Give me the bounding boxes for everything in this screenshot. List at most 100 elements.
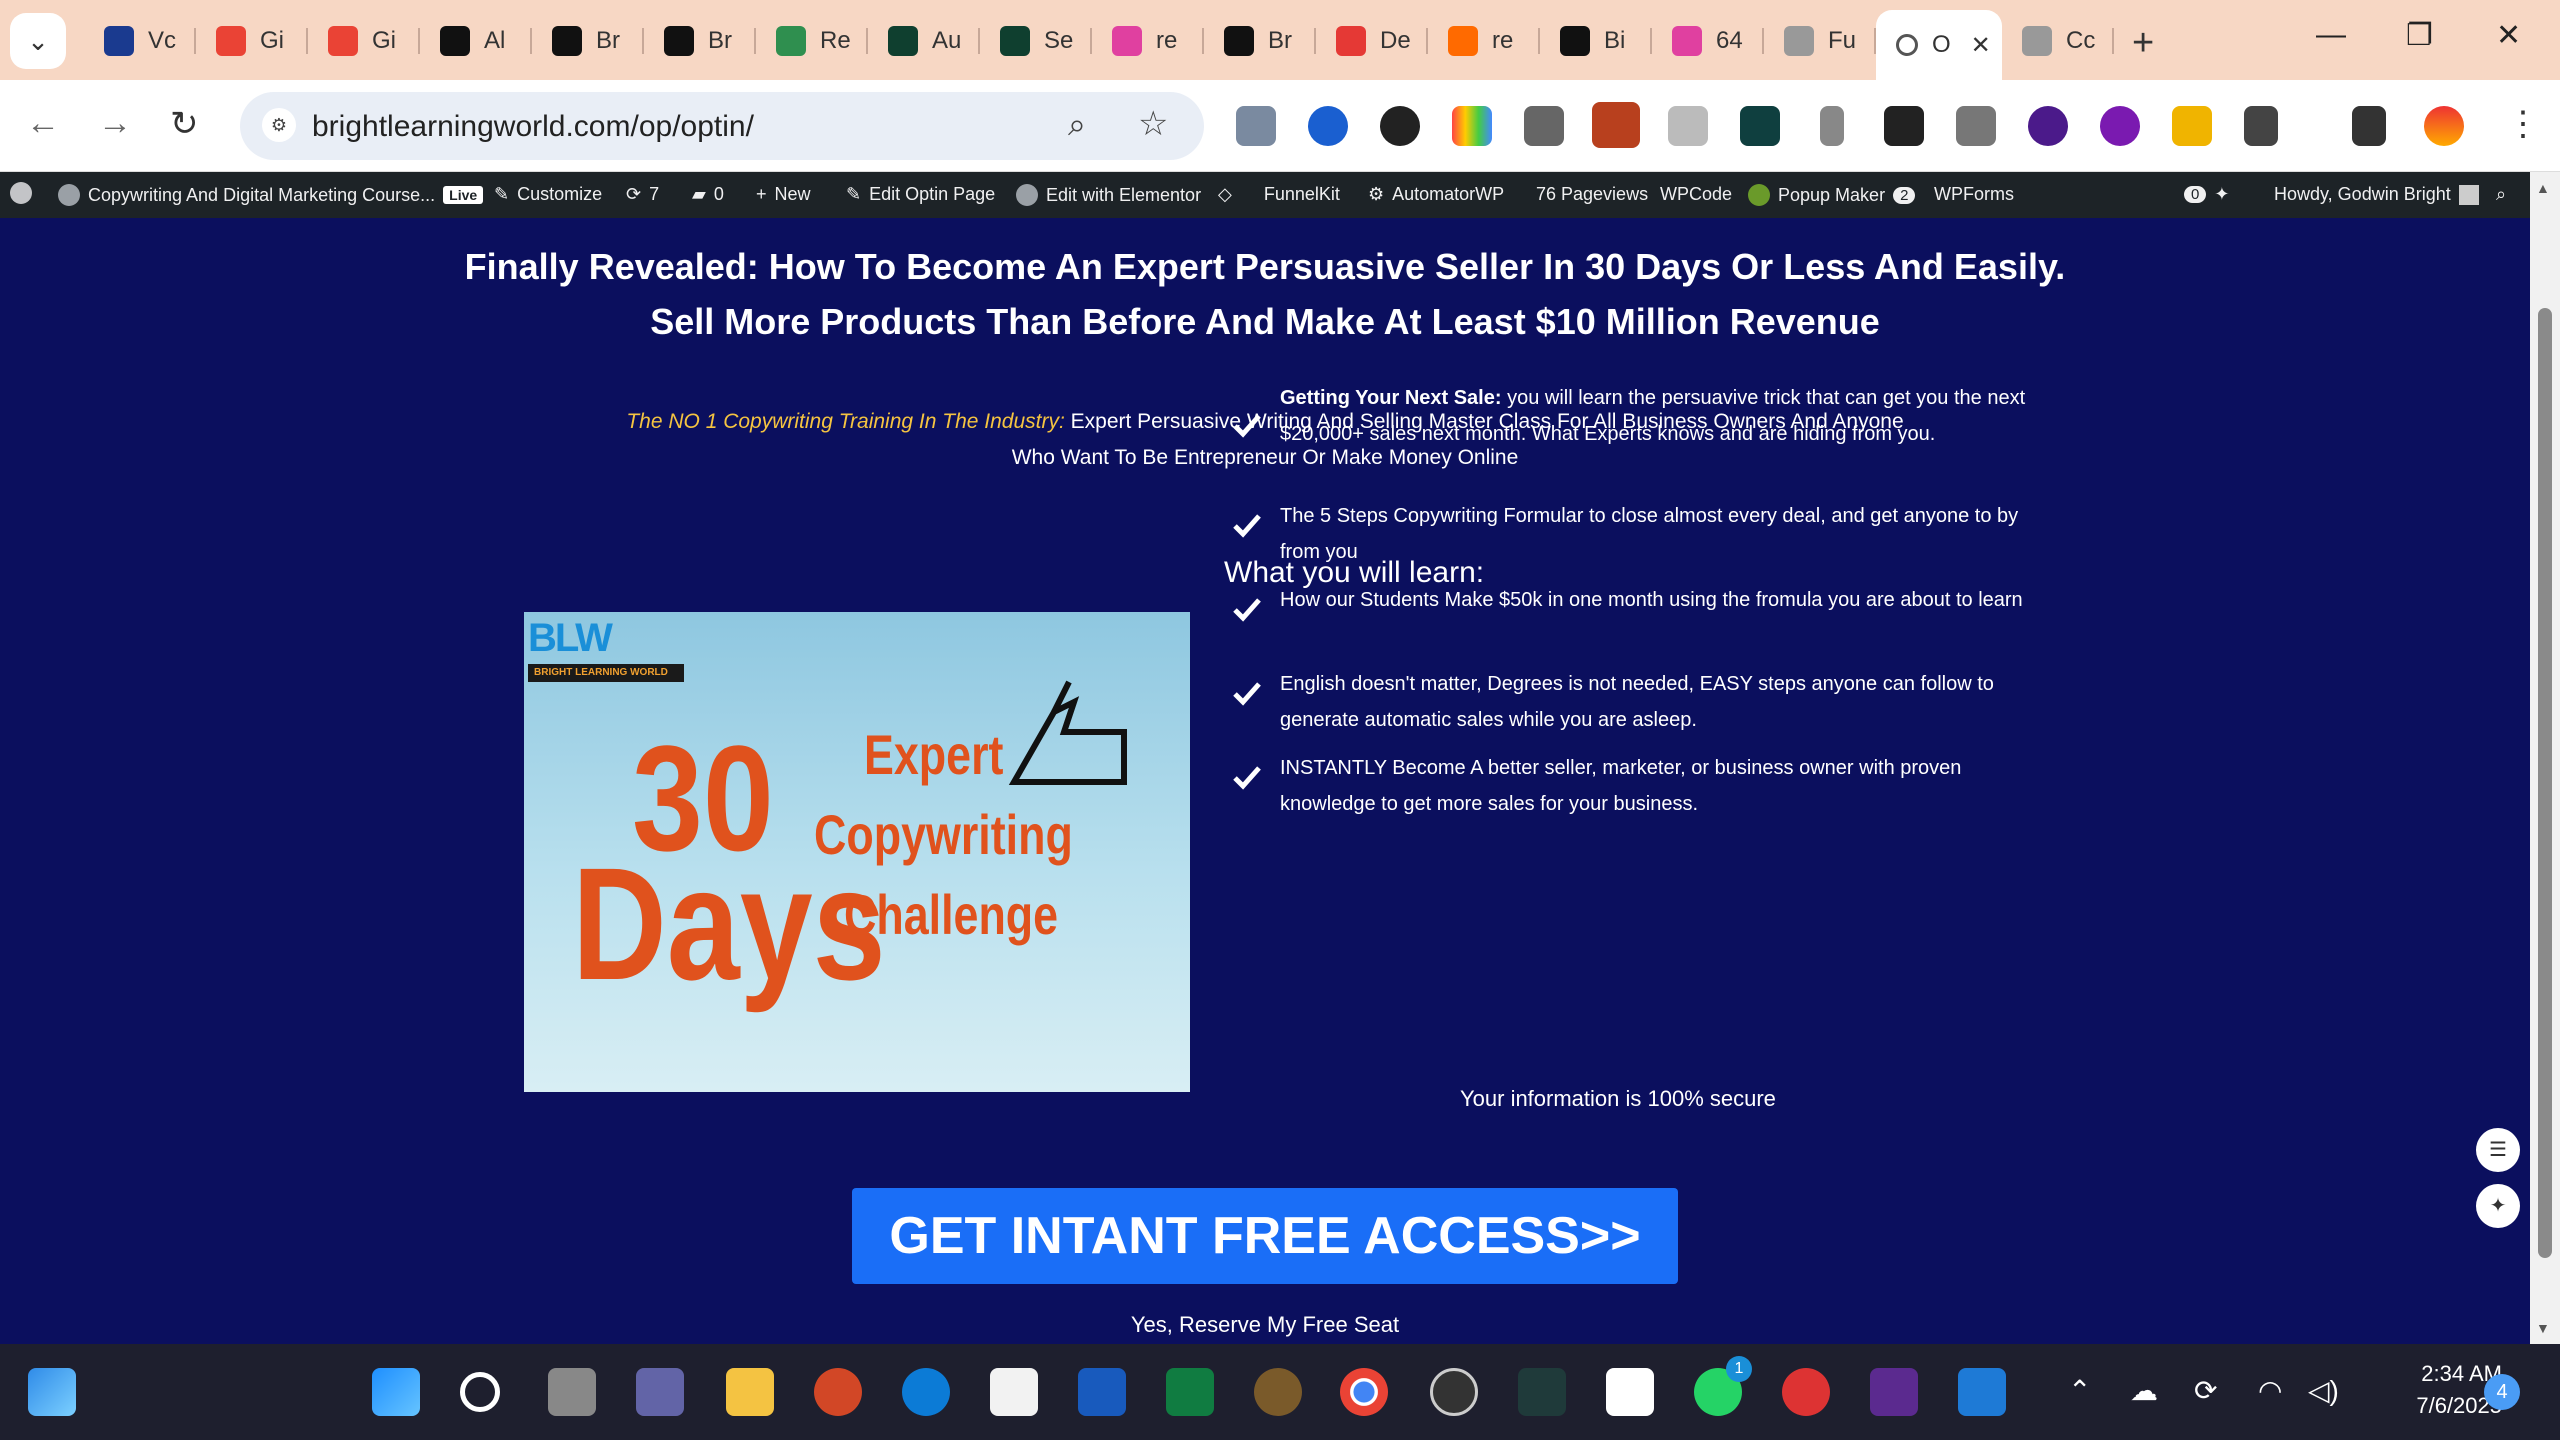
scroll-down-icon[interactable]: ▼ [2536,1320,2550,1336]
browser-tab[interactable]: Re [756,16,868,66]
browser-tab[interactable]: Cc [2002,16,2114,66]
scrollbar-thumb[interactable] [2538,308,2552,1258]
wordpress-logo-icon[interactable] [10,182,32,204]
menu-kebab-icon[interactable]: ⋮ [2506,104,2540,144]
ai-sparkle-icon[interactable]: ✦ [2476,1184,2520,1228]
start-icon[interactable] [372,1368,420,1416]
file-explorer-icon[interactable] [726,1368,774,1416]
edit-optin-link[interactable]: ✎ Edit Optin Page [846,184,995,205]
new-content-link[interactable]: + New [756,184,811,205]
browser-tab[interactable]: Se [980,16,1092,66]
mic-extension-icon[interactable] [1820,106,1844,146]
translate-extension-icon[interactable] [1668,106,1708,146]
browser-tab[interactable]: Au [868,16,980,66]
task-view-icon[interactable] [548,1368,596,1416]
edge-icon[interactable] [902,1368,950,1416]
funnelkit-link[interactable]: ◇ FunnelKit [1218,184,1340,205]
code-extension-icon[interactable] [1236,106,1276,146]
search-icon[interactable] [460,1372,500,1412]
browser-tab[interactable]: De [1316,16,1428,66]
browser-tab[interactable]: re [1092,16,1204,66]
get-access-button[interactable]: GET INTANT FREE ACCESS>> [852,1188,1678,1284]
address-bar[interactable]: ⚙ brightlearningworld.com/op/optin/ ⌕ ☆ [240,92,1204,160]
desc-extension-icon[interactable] [1592,102,1640,148]
bookmark-star-icon[interactable]: ☆ [1138,104,1168,144]
browser-tab[interactable]: Gi [308,16,420,66]
comments-link[interactable]: ▰ 0 [692,184,724,205]
app-icon-3[interactable] [1782,1368,1830,1416]
browser-tab[interactable]: Gi [196,16,308,66]
account-link[interactable]: Howdy, Godwin Bright [2274,184,2479,205]
forward-button[interactable]: → [98,104,132,143]
notification-link[interactable]: 0 ✦ [2184,184,2229,205]
close-window-button[interactable]: ✕ [2496,18,2521,53]
list-widget-icon[interactable]: ☰ [2476,1128,2520,1172]
app-icon-2[interactable] [1518,1368,1566,1416]
widgets-icon[interactable] [28,1368,76,1416]
browser-tab[interactable]: Fu [1764,16,1876,66]
page-scrollbar[interactable]: ▲ ▼ [2530,172,2560,1344]
iq-extension-icon[interactable] [1308,106,1348,146]
profile-avatar-icon[interactable] [2424,106,2464,146]
k-extension-icon[interactable] [1380,106,1420,146]
close-tab-icon[interactable]: ✕ [1971,31,1991,60]
k-yellow-extension-icon[interactable] [2172,106,2212,146]
clock[interactable]: 2:34 AM 7/6/2025 [2362,1358,2502,1422]
browser-tab[interactable]: Br [644,16,756,66]
app-icon-4[interactable] [1870,1368,1918,1416]
new-tab-button[interactable]: + [2132,22,2154,65]
t-extension-icon[interactable] [2028,106,2068,146]
minimize-button[interactable]: — [2316,18,2346,52]
onedrive-icon[interactable]: ☁ [2130,1374,2158,1407]
scroll-up-icon[interactable]: ▲ [2536,180,2550,196]
back-button[interactable]: ← [26,104,60,143]
pageviews-link[interactable]: 76 Pageviews [1536,184,1648,205]
vscode-icon[interactable] [1958,1368,2006,1416]
browser-tab[interactable]: Br [1204,16,1316,66]
wifi-icon[interactable]: ◠ [2258,1374,2282,1407]
app-icon[interactable] [1254,1368,1302,1416]
browser-tab[interactable]: Al [420,16,532,66]
notification-count[interactable]: 4 [2484,1374,2520,1410]
wpcode-link[interactable]: WPCode [1660,184,1732,205]
volume-icon[interactable]: ◁) [2308,1374,2339,1407]
tab-search-button[interactable]: ⌄ [10,13,66,69]
site-name-link[interactable]: Copywriting And Digital Marketing Course… [58,184,484,206]
eye-extension-icon[interactable] [2100,106,2140,146]
restore-button[interactable]: ❐ [2406,18,2433,53]
updates-link[interactable]: ⟳ 7 [626,184,659,205]
download-icon[interactable] [2352,106,2386,146]
search-icon[interactable]: ⌕ [2496,184,2506,205]
powerpoint-icon[interactable] [814,1368,862,1416]
teams-icon[interactable] [636,1368,684,1416]
browser-tab[interactable]: 64 [1652,16,1764,66]
zoom-icon[interactable]: ⌕ [1068,106,1086,144]
chrome-icon[interactable] [1340,1368,1388,1416]
diamond-extension-icon[interactable] [1740,106,1780,146]
automatorwp-link[interactable]: ⚙ AutomatorWP [1368,184,1504,205]
expand-extension-icon[interactable] [1956,106,1996,146]
sync-icon[interactable]: ⟳ [2194,1374,2217,1407]
browser-tab[interactable]: Bi [1540,16,1652,66]
wpforms-link[interactable]: WPForms [1934,184,2014,205]
tb-extension-icon[interactable] [1524,106,1564,146]
color-extension-icon[interactable] [1452,106,1492,146]
browser-tab[interactable]: Vc [84,16,196,66]
whatsapp-icon[interactable]: 1 [1694,1356,1752,1416]
store-icon[interactable] [990,1368,1038,1416]
obs-icon[interactable] [1430,1368,1478,1416]
word-icon[interactable] [1078,1368,1126,1416]
browser-tab[interactable]: O ✕ [1876,10,2002,80]
reload-button[interactable]: ↻ [170,104,199,144]
extensions-puzzle-icon[interactable] [2244,106,2278,146]
site-info-icon[interactable]: ⚙ [262,108,296,142]
edit-elementor-link[interactable]: Edit with Elementor [1016,184,1201,206]
popup-maker-link[interactable]: Popup Maker 2 [1748,184,1916,206]
browser-tab[interactable]: re [1428,16,1540,66]
chevron-up-icon[interactable]: ⌃ [2068,1374,2091,1407]
customize-link[interactable]: ✎ Customize [494,184,602,205]
excel-icon[interactable] [1166,1368,1214,1416]
capcut-icon[interactable] [1606,1368,1654,1416]
browser-tab[interactable]: Br [532,16,644,66]
formula-extension-icon[interactable] [1884,106,1924,146]
